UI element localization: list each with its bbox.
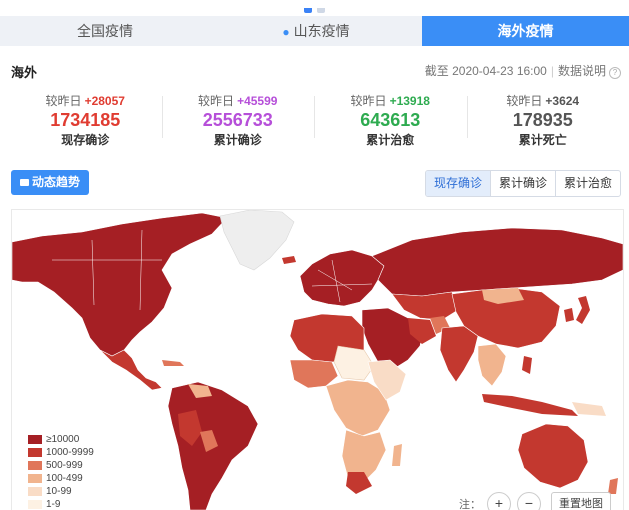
divider: | (550, 64, 554, 78)
map-russia[interactable] (371, 227, 623, 297)
map-japan[interactable] (576, 296, 590, 324)
map-australia[interactable] (517, 423, 589, 489)
stat-delta: 较昨日 +45599 (162, 92, 315, 109)
stat-label: 累计确诊 (213, 133, 262, 147)
legend-label: ≥10000 (46, 434, 80, 445)
legend-label: 500-999 (46, 460, 83, 471)
legend-swatch (28, 461, 42, 470)
as-of-time: 截至 2020-04-23 16:00 (424, 64, 547, 78)
delta-value: +13918 (389, 94, 430, 108)
stat-delta: 较昨日 +3624 (467, 92, 620, 109)
carousel-dot-active[interactable] (304, 8, 312, 13)
tab-overseas[interactable]: 海外疫情 (422, 16, 629, 46)
world-map[interactable]: ≥10000 1000-9999 500-999 100-499 10-99 1… (11, 209, 624, 510)
map-papua[interactable] (572, 402, 606, 416)
legend-swatch (28, 500, 42, 509)
reset-map-button[interactable]: 重置地图 (551, 492, 611, 510)
segment-total-confirmed[interactable]: 累计确诊 (489, 171, 555, 196)
map-philippines[interactable] (522, 356, 532, 374)
map-iceland[interactable] (282, 256, 296, 264)
region-tabs: 全国疫情 ● 山东疫情 海外疫情 (0, 16, 629, 46)
legend-label: 10-99 (46, 486, 72, 497)
segment-total-recovered[interactable]: 累计治愈 (554, 171, 620, 196)
segment-current-confirmed[interactable]: 现存确诊 (425, 171, 490, 196)
legend-item: 1-9 (28, 498, 94, 510)
metric-segmented-control: 现存确诊 累计确诊 累计治愈 (424, 170, 621, 197)
stat-value: 643613 (360, 110, 421, 130)
map-india[interactable] (439, 325, 479, 383)
stat-delta: 较昨日 +28057 (9, 92, 162, 109)
region-title: 海外 (11, 65, 38, 80)
zoom-in-button[interactable]: + (487, 492, 511, 510)
legend-swatch (28, 448, 42, 457)
delta-label: 较昨日 (350, 94, 387, 108)
location-pin-icon: ● (282, 25, 290, 39)
legend-label: 1000-9999 (46, 447, 94, 458)
help-icon[interactable]: ? (609, 67, 621, 79)
map-mexico[interactable] (99, 349, 163, 391)
map-southeast-asia[interactable] (477, 343, 507, 387)
trend-button[interactable]: 动态趋势 (11, 170, 89, 195)
legend-item: ≥10000 (28, 433, 94, 446)
legend-label: 100-499 (46, 473, 83, 484)
stat-value: 178935 (512, 110, 573, 130)
map-europe[interactable] (299, 249, 385, 307)
stat-label: 累计治愈 (366, 133, 415, 147)
map-indonesia[interactable] (482, 394, 578, 416)
zoom-out-button[interactable]: − (517, 492, 541, 510)
legend-swatch (28, 474, 42, 483)
legend-item: 10-99 (28, 485, 94, 498)
stat-label: 累计死亡 (518, 133, 567, 147)
map-north-america[interactable] (12, 212, 228, 357)
legend-label: 1-9 (46, 499, 61, 510)
stat-total-deaths: 较昨日 +3624 178935 累计死亡 (466, 92, 620, 147)
tab-shandong-label: 山东疫情 (293, 23, 350, 39)
delta-value: +45599 (237, 94, 278, 108)
legend-swatch (28, 435, 42, 444)
map-madagascar[interactable] (392, 444, 402, 466)
world-map-svg (12, 210, 623, 510)
stat-total-confirmed: 较昨日 +45599 2556733 累计确诊 (161, 92, 315, 147)
stats-row: 较昨日 +28057 1734185 现存确诊 较昨日 +45599 2556733… (9, 92, 620, 147)
map-middle-east[interactable] (361, 307, 425, 371)
trend-button-label: 动态趋势 (31, 175, 80, 189)
tab-national[interactable]: 全国疫情 (0, 16, 210, 46)
map-legend: ≥10000 1000-9999 500-999 100-499 10-99 1… (28, 433, 94, 510)
map-west-africa[interactable] (289, 359, 339, 389)
delta-value: +28057 (84, 94, 125, 108)
data-note-link[interactable]: 数据说明 (558, 64, 606, 78)
stat-label: 现存确诊 (61, 133, 110, 147)
delta-label: 较昨日 (506, 94, 543, 108)
legend-item: 500-999 (28, 459, 94, 472)
carousel-dot[interactable] (317, 8, 325, 13)
map-korea[interactable] (564, 308, 574, 322)
stat-delta: 较昨日 +13918 (314, 92, 467, 109)
video-icon (19, 179, 29, 186)
delta-label: 较昨日 (45, 94, 82, 108)
map-note: 注： (459, 499, 481, 510)
map-caribbean[interactable] (162, 360, 184, 366)
delta-value: +3624 (545, 94, 580, 108)
stat-value: 2556733 (202, 110, 273, 130)
map-greenland[interactable] (219, 210, 295, 271)
tab-shandong[interactable]: ● 山东疫情 (210, 16, 422, 46)
stat-value: 1734185 (50, 110, 121, 130)
update-info: 截至 2020-04-23 16:00 | 数据说明? (425, 62, 621, 79)
legend-item: 1000-9999 (28, 446, 94, 459)
stat-total-recovered: 较昨日 +13918 643613 累计治愈 (314, 92, 467, 147)
legend-swatch (28, 487, 42, 496)
legend-item: 100-499 (28, 472, 94, 485)
carousel-indicator (304, 0, 330, 13)
delta-label: 较昨日 (198, 94, 235, 108)
stat-current-confirmed: 较昨日 +28057 1734185 现存确诊 (9, 92, 162, 147)
